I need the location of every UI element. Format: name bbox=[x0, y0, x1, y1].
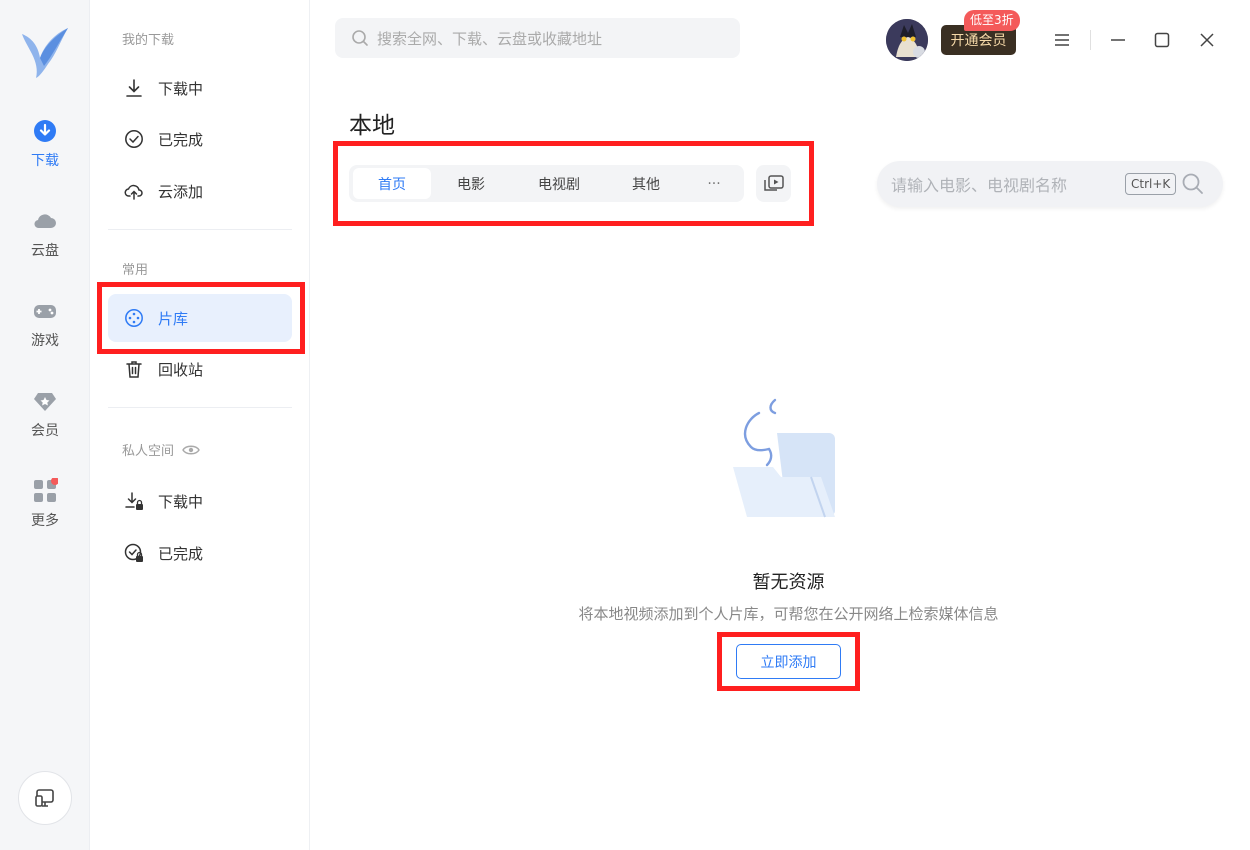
minimize-button[interactable] bbox=[1106, 28, 1130, 52]
trash-icon bbox=[126, 361, 142, 378]
maximize-button[interactable] bbox=[1150, 28, 1174, 52]
check-lock-icon bbox=[124, 543, 143, 562]
sidebar: 我的下载 下载中 已完成 云添加 常用 片库 回收站 私人空间 下载中 已完成 bbox=[90, 0, 310, 850]
download-icon bbox=[34, 120, 56, 142]
page-title: 本地 bbox=[349, 113, 395, 139]
search-icon[interactable] bbox=[1181, 172, 1205, 196]
rail-label: 云盘 bbox=[31, 243, 59, 259]
avatar[interactable] bbox=[886, 19, 928, 61]
cloud-upload-icon bbox=[124, 184, 143, 200]
close-icon bbox=[1200, 33, 1214, 47]
download-lock-icon bbox=[125, 492, 143, 510]
device-icon bbox=[35, 789, 54, 807]
divider bbox=[108, 229, 292, 230]
maximize-icon bbox=[1154, 32, 1170, 48]
hamburger-icon bbox=[1055, 34, 1069, 46]
eye-icon[interactable] bbox=[182, 443, 200, 457]
minimize-icon bbox=[1111, 39, 1125, 41]
rail-item-game[interactable]: 游戏 bbox=[0, 298, 90, 362]
highlight-box-add-button bbox=[717, 632, 860, 691]
group-title-private: 私人空间 bbox=[122, 440, 200, 459]
menu-button[interactable] bbox=[1050, 28, 1074, 52]
rail-item-more[interactable]: 更多 bbox=[0, 478, 90, 542]
sidebar-item-label: 回收站 bbox=[158, 360, 204, 379]
rail-item-download[interactable]: 下载 bbox=[0, 118, 90, 182]
sidebar-item-label: 下载中 bbox=[158, 492, 204, 511]
apps-grid-icon bbox=[34, 478, 58, 502]
nav-rail: 下载 云盘 游戏 会员 更多 bbox=[0, 0, 90, 850]
sidebar-item-completed[interactable]: 已完成 bbox=[108, 115, 292, 163]
sidebar-item-cloud-add[interactable]: 云添加 bbox=[108, 167, 292, 215]
shortcut-hint: Ctrl+K bbox=[1125, 173, 1177, 195]
group-title-downloads: 我的下载 bbox=[122, 33, 175, 48]
empty-state-title: 暂无资源 bbox=[752, 572, 825, 593]
global-search-input[interactable]: 搜索全网、下载、云盘或收藏地址 bbox=[335, 18, 740, 58]
group-title-private-label: 私人空间 bbox=[122, 444, 175, 459]
sidebar-item-label: 已完成 bbox=[158, 544, 204, 563]
avatar-image-icon bbox=[886, 19, 928, 61]
search-placeholder: 搜索全网、下载、云盘或收藏地址 bbox=[377, 29, 603, 48]
highlight-box-library bbox=[97, 282, 305, 354]
cloud-icon bbox=[34, 214, 56, 229]
rail-label: 游戏 bbox=[31, 333, 59, 349]
group-title-common: 常用 bbox=[122, 263, 149, 278]
check-circle-icon bbox=[125, 130, 143, 148]
empty-folder-icon bbox=[733, 398, 835, 518]
sidebar-item-label: 已完成 bbox=[158, 130, 204, 149]
vip-discount-badge: 低至3折 bbox=[964, 10, 1020, 31]
window-controls-divider bbox=[1090, 30, 1091, 50]
film-search-input[interactable]: 请输入电影、电视剧名称 Ctrl+K bbox=[877, 161, 1223, 207]
sidebar-item-downloading[interactable]: 下载中 bbox=[108, 64, 292, 112]
rail-label: 下载 bbox=[31, 153, 59, 169]
film-search-placeholder: 请输入电影、电视剧名称 bbox=[891, 176, 1068, 195]
search-icon bbox=[352, 30, 368, 46]
rail-label: 会员 bbox=[31, 423, 59, 439]
rail-item-cloud[interactable]: 云盘 bbox=[0, 208, 90, 272]
rail-label: 更多 bbox=[31, 513, 59, 529]
app-logo-icon bbox=[22, 28, 68, 78]
sidebar-item-private-downloading[interactable]: 下载中 bbox=[108, 477, 292, 525]
sidebar-item-label: 云添加 bbox=[158, 182, 204, 201]
highlight-box-tabs bbox=[333, 141, 814, 226]
diamond-icon bbox=[34, 393, 56, 411]
app-window: 下载 云盘 游戏 会员 更多 我的下载 下载中 已完成 云添加 常用 片库 回收… bbox=[0, 0, 1250, 850]
gamepad-icon bbox=[34, 305, 56, 318]
device-button[interactable] bbox=[18, 771, 72, 825]
close-button[interactable] bbox=[1195, 28, 1219, 52]
empty-state-description: 将本地视频添加到个人片库，可帮您在公开网络上检索媒体信息 bbox=[578, 605, 999, 623]
download-arrow-icon bbox=[126, 79, 142, 97]
sidebar-item-label: 下载中 bbox=[158, 79, 204, 98]
divider bbox=[108, 407, 292, 408]
rail-item-vip[interactable]: 会员 bbox=[0, 388, 90, 452]
